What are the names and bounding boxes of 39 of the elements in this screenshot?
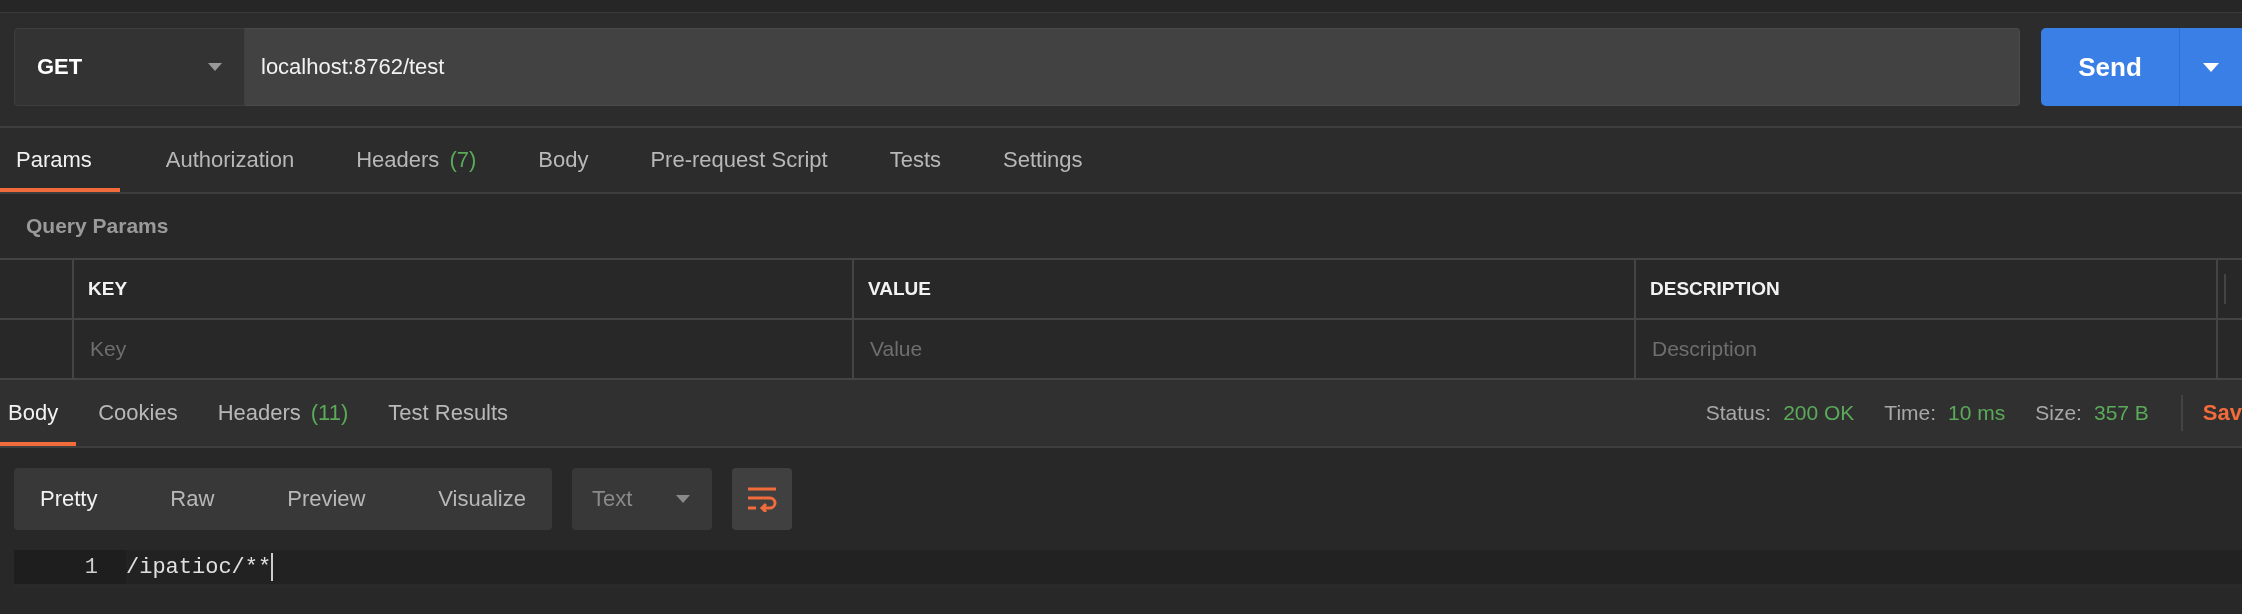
save-response-link[interactable]: Sav [2202, 400, 2242, 426]
wrap-icon [746, 486, 778, 512]
table-input-field[interactable]: Value [868, 336, 1634, 362]
format-tab[interactable]: Pretty [24, 468, 114, 530]
tab[interactable]: Cookies [80, 380, 196, 446]
stat-label: Status: [1705, 401, 1772, 425]
caret-icon [2203, 62, 2219, 72]
section-title: Query Params [25, 213, 170, 239]
column-header: KEY [74, 260, 854, 320]
stat-value: 357 B [2093, 401, 2149, 425]
format-tab[interactable]: Visualize [422, 468, 542, 530]
tab[interactable]: Body [522, 128, 605, 192]
method-dropdown[interactable]: GET [14, 28, 245, 106]
tab[interactable]: Headers (7) [340, 128, 493, 192]
tab[interactable]: Body [0, 380, 77, 446]
format-tab[interactable]: Preview [271, 468, 382, 530]
stat-value: 10 ms [1948, 401, 2006, 425]
tab[interactable]: Authorization [149, 128, 311, 192]
caret-icon [676, 495, 690, 503]
wrap-lines-button[interactable] [732, 468, 792, 530]
url-field[interactable]: localhost:8762/test [245, 28, 2020, 106]
tab[interactable]: Tests [873, 128, 958, 192]
send-button[interactable]: Send [2041, 28, 2179, 106]
text-cursor [271, 553, 274, 581]
tab[interactable]: Settings [987, 128, 1099, 192]
table-input-field[interactable]: Key [88, 336, 852, 362]
tab[interactable]: Pre-request Script [634, 128, 844, 192]
format-tab[interactable]: Raw [154, 468, 231, 530]
send-options-button[interactable] [2179, 28, 2242, 106]
stat-label: Size: [2035, 401, 2082, 425]
stat-value: 200 OK [1783, 401, 1855, 425]
tab[interactable]: Headers (11) [199, 380, 367, 446]
column-header: VALUE [854, 260, 1636, 320]
column-header: DESCRIPTION [1636, 260, 2218, 320]
table-input-field[interactable]: Description [1650, 336, 2216, 362]
stat-label: Time: [1884, 401, 1937, 425]
code-line: /ipatioc/** [126, 554, 272, 580]
tab[interactable]: Test Results [370, 380, 527, 446]
caret-icon [208, 63, 222, 71]
